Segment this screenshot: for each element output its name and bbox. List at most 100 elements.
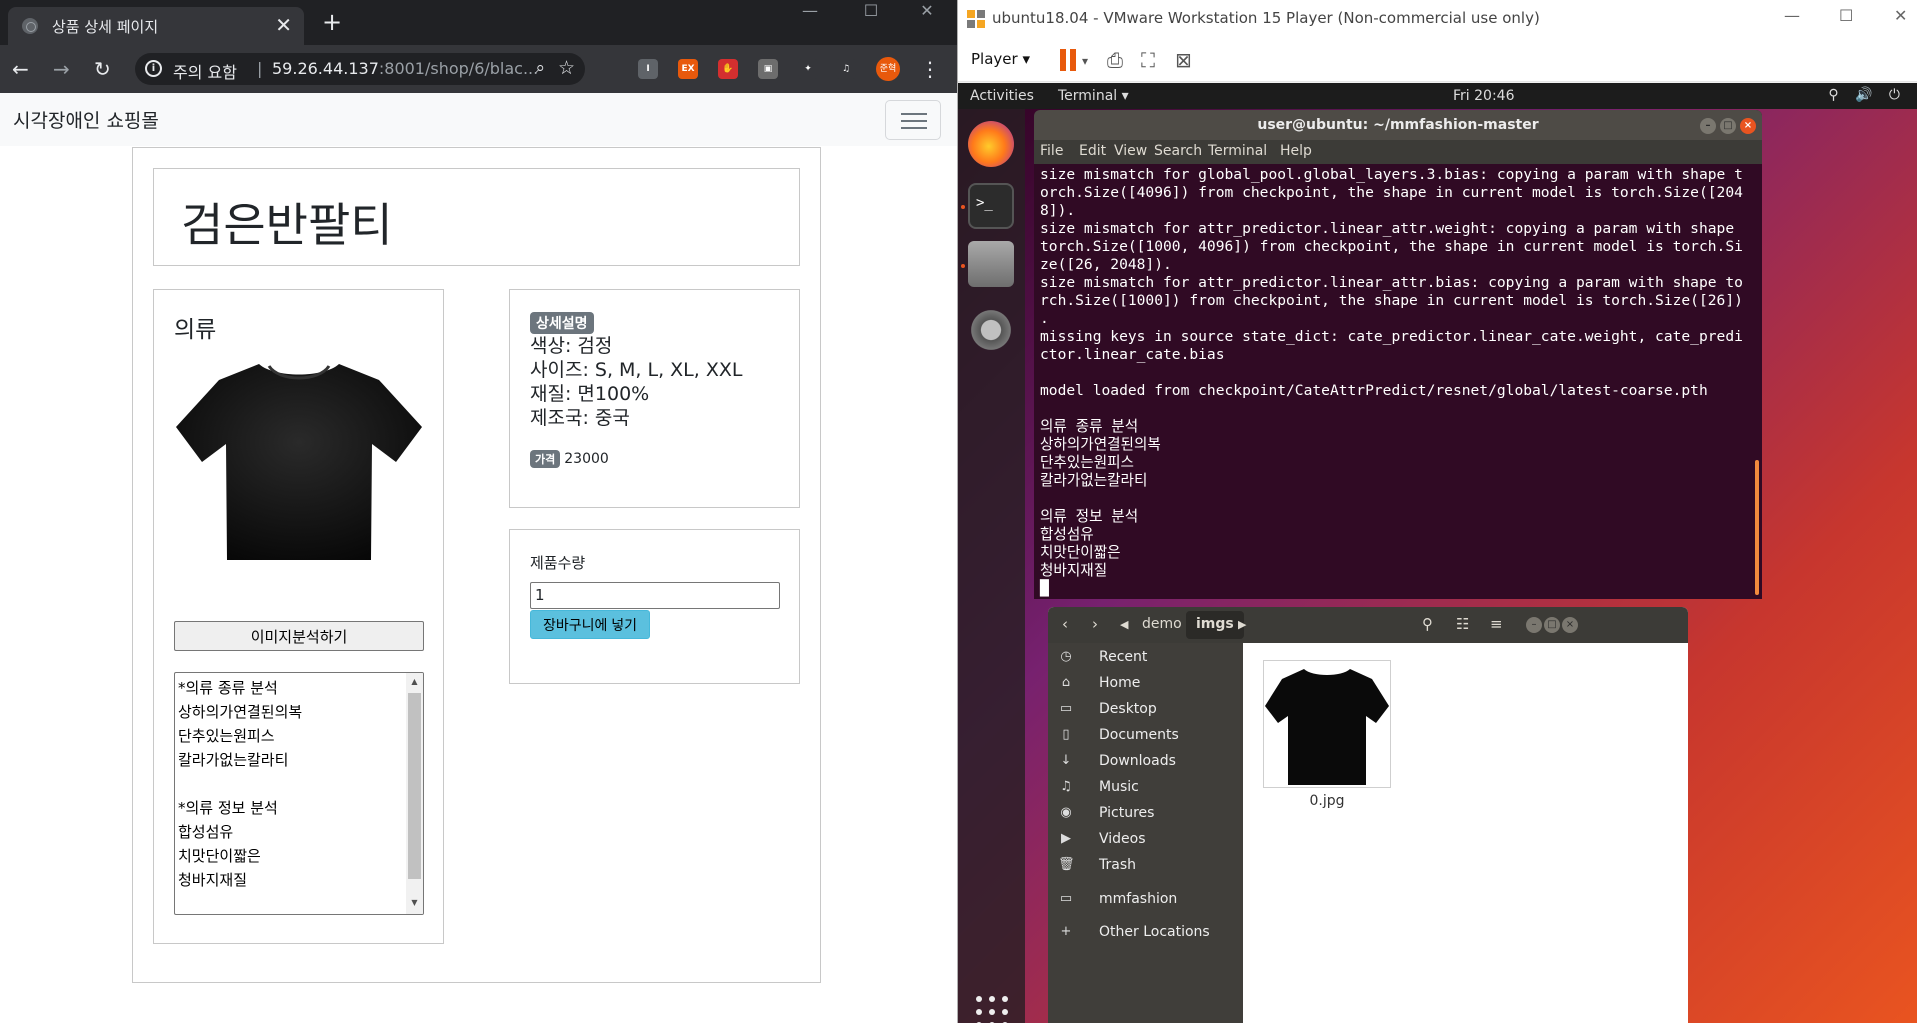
fullscreen-icon[interactable]: ⛶	[1141, 48, 1155, 72]
sidebar-item-pictures[interactable]: ◉ Pictures	[1048, 801, 1243, 827]
quantity-input[interactable]: 1	[530, 582, 780, 609]
terminal-minimize-icon[interactable]: –	[1700, 118, 1716, 134]
menu-view[interactable]: View	[1114, 143, 1147, 159]
product-container: 검은반팔티 의류 이미지분석하기 *의류 종류 분석 상하의가연결된의복 단추있…	[132, 147, 821, 983]
url-text[interactable]: 59.26.44.137:8001/shop/6/blac...	[272, 59, 538, 78]
ext-cast-icon[interactable]: ▣	[758, 59, 778, 79]
detail-origin: 제조국: 중국	[530, 406, 742, 430]
zoom-icon[interactable]: ⌕	[535, 58, 545, 78]
terminal-title: user@ubuntu: ~/mmfashion-master	[1257, 117, 1539, 133]
terminal-line: █	[1040, 580, 1049, 597]
terminal-line: 8]).	[1040, 202, 1076, 219]
pause-icon[interactable]	[1060, 49, 1076, 71]
back-icon[interactable]: ←	[12, 57, 29, 81]
vm-close-button[interactable]: ✕	[1894, 6, 1907, 25]
files-window: ‹ › ◀ demo imgs ▶ ⚲ ☷ ≡ – □ × ◷ Recent ⌂ Ho…	[1048, 607, 1688, 1023]
ext-hand-icon[interactable]: ✋	[718, 59, 738, 79]
terminal-maximize-icon[interactable]: □	[1720, 118, 1736, 134]
sidebar-item-downloads[interactable]: ↓ Downloads	[1048, 749, 1243, 775]
terminal-scrollbar[interactable]	[1755, 460, 1759, 595]
files-icon[interactable]	[968, 241, 1014, 287]
menu-edit[interactable]: Edit	[1079, 143, 1106, 159]
new-tab-button[interactable]: +	[322, 9, 342, 35]
vm-minimize-button[interactable]: —	[1784, 6, 1800, 25]
terminal-output[interactable]: size mismatch for global_pool.global_lay…	[1040, 166, 1743, 598]
files-minimize-icon[interactable]: –	[1526, 617, 1542, 633]
sidebar-item-other-locations[interactable]: + Other Locations	[1048, 920, 1243, 946]
minimize-button[interactable]: —	[782, 0, 838, 24]
menu-terminal[interactable]: Terminal	[1208, 143, 1267, 159]
security-warning[interactable]: 주의 요함	[173, 59, 237, 83]
ext-puzzle-icon[interactable]: ✦	[798, 59, 818, 79]
terminal-close-icon[interactable]: ×	[1740, 118, 1756, 134]
browser-tab[interactable]: 상품 상세 페이지 ✕	[8, 7, 304, 45]
show-applications-icon[interactable]	[976, 996, 1008, 1023]
menu-file[interactable]: File	[1040, 143, 1063, 159]
analyze-image-button[interactable]: 이미지분석하기	[174, 621, 424, 651]
forward-icon[interactable]: ›	[1092, 615, 1098, 633]
mmfashion-icon: ▭	[1059, 891, 1073, 906]
sidebar-item-mmfashion[interactable]: ▭ mmfashion	[1048, 887, 1243, 913]
search-icon[interactable]: ⚲	[1422, 615, 1433, 633]
file-thumbnail[interactable]	[1263, 660, 1391, 788]
pause-dropdown-icon[interactable]: ▾	[1082, 54, 1088, 68]
back-icon[interactable]: ‹	[1062, 615, 1068, 633]
forward-icon[interactable]: →	[53, 57, 70, 81]
sidebar-item-home[interactable]: ⌂ Home	[1048, 671, 1243, 697]
home-icon: ⌂	[1061, 675, 1071, 690]
scroll-up-icon[interactable]: ▲	[409, 677, 420, 686]
path-right-icon[interactable]: ▶	[1238, 618, 1246, 631]
activities-button[interactable]: Activities	[970, 88, 1034, 104]
sidebar-item-desktop[interactable]: ▭ Desktop	[1048, 697, 1243, 723]
file-name[interactable]: 0.jpg	[1263, 793, 1391, 809]
view-options-icon[interactable]: ☷	[1456, 615, 1469, 633]
site-brand[interactable]: 시각장애인 쇼핑몰	[13, 106, 159, 133]
info-icon[interactable]: i	[145, 60, 162, 77]
bookmark-star-icon[interactable]: ☆	[558, 57, 575, 79]
system-tray[interactable]: ⚲ 🔊 ⏻	[1828, 87, 1906, 103]
send-ctrl-alt-del-icon[interactable]: ⎙	[1107, 48, 1123, 72]
ext-i-icon[interactable]: I	[638, 59, 658, 79]
vmware-window: ubuntu18.04 - VMware Workstation 15 Play…	[957, 0, 1917, 1023]
clock[interactable]: Fri 20:46	[1453, 88, 1514, 104]
analysis-result-textarea[interactable]: *의류 종류 분석 상하의가연결된의복 단추있는원피스 칼라가없는칼라티 *의류…	[174, 672, 424, 915]
path-imgs[interactable]: imgs	[1186, 611, 1244, 639]
menu-help[interactable]: Help	[1280, 143, 1312, 159]
firefox-icon[interactable]	[968, 121, 1014, 167]
tab-title: 상품 상세 페이지	[52, 18, 159, 36]
address-bar[interactable]: i 주의 요함 | 59.26.44.137:8001/shop/6/blac.…	[135, 53, 585, 85]
menu-search[interactable]: Search	[1154, 143, 1202, 159]
sidebar-item-label: Other Locations	[1099, 924, 1210, 940]
textarea-scrollbar[interactable]: ▲ ▼	[406, 673, 423, 914]
software-settings-icon[interactable]	[968, 307, 1014, 353]
vmware-logo-icon	[967, 10, 985, 28]
close-window-button[interactable]: ✕	[899, 0, 955, 24]
ext-ex-icon[interactable]: EX	[678, 59, 698, 79]
sidebar-item-videos[interactable]: ▶ Videos	[1048, 827, 1243, 853]
sidebar-item-documents[interactable]: ▯ Documents	[1048, 723, 1243, 749]
sidebar-item-trash[interactable]: 🗑 Trash	[1048, 853, 1243, 879]
product-title: 검은반팔티	[181, 198, 393, 252]
files-close-icon[interactable]: ×	[1562, 617, 1578, 633]
vm-maximize-button[interactable]: ☐	[1839, 6, 1853, 25]
sidebar-item-music[interactable]: ♫ Music	[1048, 775, 1243, 801]
maximize-button[interactable]: ☐	[843, 0, 899, 24]
sidebar-item-recent[interactable]: ◷ Recent	[1048, 645, 1243, 671]
profile-avatar[interactable]: 준혁	[876, 57, 900, 81]
ext-media-icon[interactable]: ♫	[836, 59, 856, 79]
reload-icon[interactable]: ↻	[94, 57, 111, 81]
player-menu[interactable]: Player ▾	[971, 50, 1030, 68]
files-maximize-icon[interactable]: □	[1544, 617, 1560, 633]
chrome-menu-icon[interactable]: ⋮	[920, 57, 940, 81]
close-tab-icon[interactable]: ✕	[275, 14, 292, 36]
path-demo[interactable]: demo	[1132, 611, 1192, 639]
menu-icon[interactable]: ≡	[1490, 615, 1503, 633]
app-menu[interactable]: Terminal ▾	[1058, 88, 1129, 104]
add-to-cart-button[interactable]: 장바구니에 넣기	[530, 610, 650, 639]
scroll-down-icon[interactable]: ▼	[409, 898, 420, 907]
navbar-toggler-button[interactable]	[885, 100, 941, 140]
path-left-icon[interactable]: ◀	[1120, 618, 1128, 631]
scrollbar-thumb[interactable]	[408, 693, 421, 879]
unity-icon[interactable]: ⊠	[1175, 48, 1192, 72]
terminal-icon[interactable]: >_	[968, 183, 1014, 229]
